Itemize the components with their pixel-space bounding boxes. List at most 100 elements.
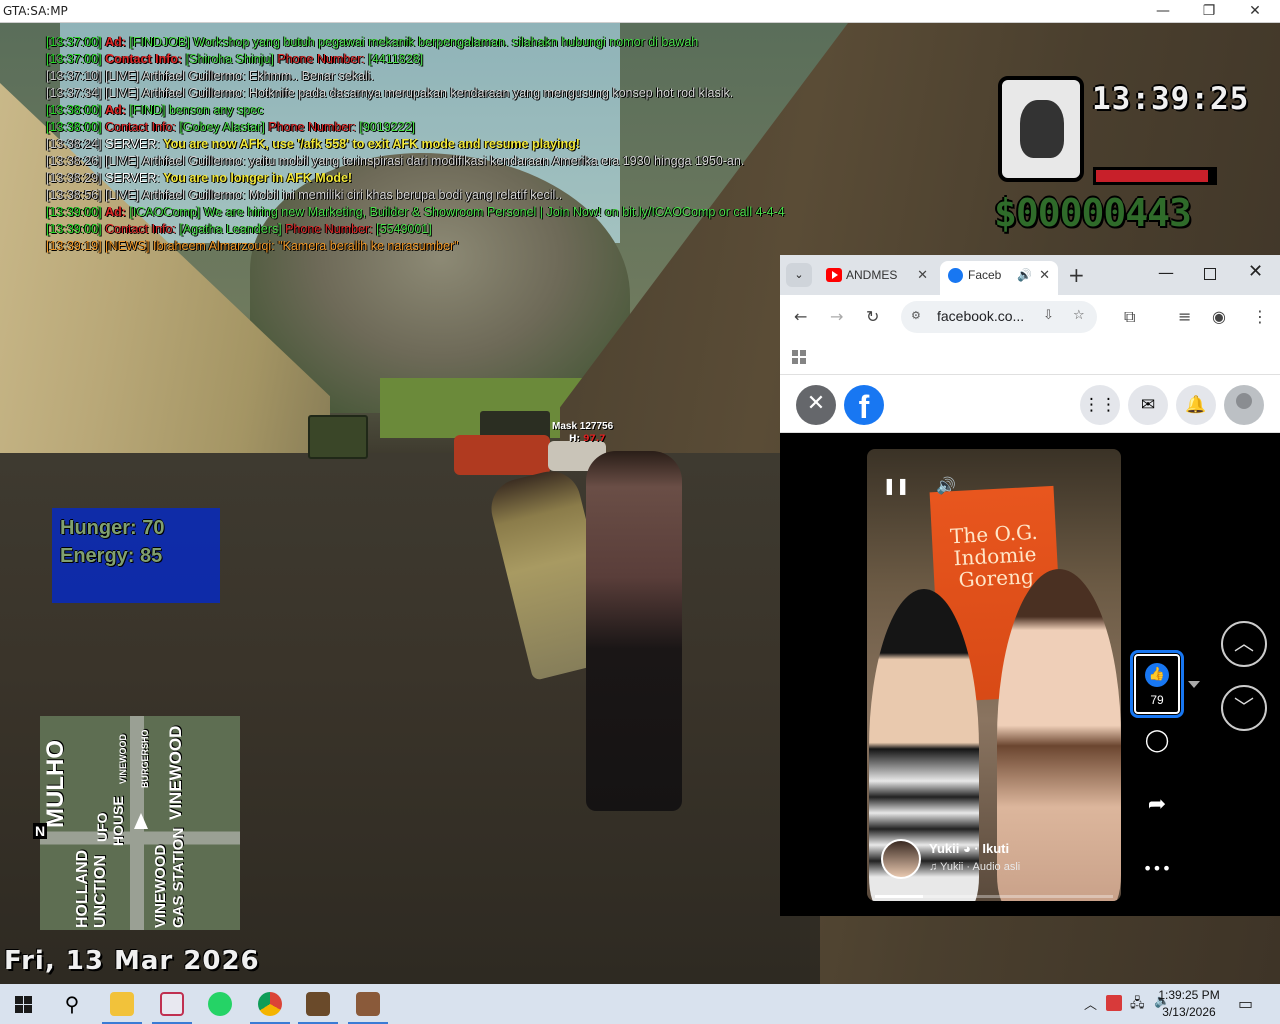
like-count: 79	[1150, 693, 1164, 707]
chrome-menu-icon[interactable]: ⋮	[1252, 307, 1268, 326]
previous-reel-button[interactable]: ︿	[1221, 621, 1267, 667]
browser-window[interactable]: ⌄ ANDMES ✕ Faceb 🔊 ✕ + — ✕ ← → ↻ ⚙ faceb…	[780, 255, 1280, 916]
stats-panel: Hunger: 70 Energy: 85	[52, 508, 220, 603]
audio-label[interactable]: ♫ Yukii · Audio asli	[929, 861, 1020, 873]
minimize-button[interactable]: —	[1140, 0, 1186, 22]
snip-icon	[160, 992, 184, 1016]
reload-icon[interactable]: ↻	[866, 307, 879, 326]
chat-line: [13:38:56] [LIVE] Arthfael Guillermo: Mo…	[46, 188, 563, 202]
reel-viewer: The O.G. Indomie Goreng ❚❚ 🔊 Yukii ◕ · I…	[780, 433, 1280, 916]
browser-toolbar: ← → ↻ ⚙ facebook.co... ⇩ ☆ ⧉ ≡ ◉ ⋮	[780, 295, 1280, 341]
snipping-tool-button[interactable]	[148, 984, 196, 1024]
close-reel-button[interactable]: ✕	[796, 385, 836, 425]
windows-icon	[15, 996, 32, 1013]
new-tab-button[interactable]: +	[1068, 263, 1085, 287]
reaction-dropdown-icon[interactable]	[1188, 681, 1200, 688]
bookmarks-bar	[780, 341, 1280, 375]
chrome-button[interactable]	[246, 984, 294, 1024]
chat-line: [13:38:29] SERVER: You are no longer in …	[46, 171, 353, 185]
site-info-icon[interactable]: ⚙	[911, 309, 921, 322]
address-url[interactable]: facebook.co...	[937, 308, 1024, 324]
search-icon[interactable]: ⚲	[48, 984, 96, 1024]
whatsapp-icon	[208, 992, 232, 1016]
video-progress[interactable]	[875, 895, 1113, 898]
game-car	[454, 435, 550, 475]
file-explorer-button[interactable]	[98, 984, 146, 1024]
browser-close-button[interactable]: ✕	[1248, 261, 1263, 282]
folder-icon	[110, 992, 134, 1016]
address-bar[interactable]: ⚙ facebook.co... ⇩ ☆	[901, 301, 1097, 333]
map-label: UNCTION	[92, 855, 109, 928]
chat-line: [13:37:10] [LIVE] Arthfael Guillermo: Ek…	[46, 69, 374, 83]
health-bar-fill	[1096, 170, 1209, 182]
tab-youtube[interactable]: ANDMES ✕	[818, 261, 936, 295]
tray-chevron-icon[interactable]: ︿	[1084, 994, 1097, 1013]
browser-maximize-button[interactable]	[1204, 268, 1216, 280]
author-avatar[interactable]	[881, 839, 921, 879]
browser-tabbar: ⌄ ANDMES ✕ Faceb 🔊 ✕ + — ✕	[780, 255, 1280, 295]
apps-grid-icon[interactable]	[792, 350, 806, 364]
reel-video[interactable]: The O.G. Indomie Goreng ❚❚ 🔊 Yukii ◕ · I…	[867, 449, 1121, 901]
hud-money: $00000443	[994, 191, 1192, 235]
hud-clock: 13:39:25	[1092, 81, 1250, 117]
author-name[interactable]: Yukii ◕ · Ikuti	[929, 841, 1009, 856]
install-icon[interactable]: ⇩	[1043, 308, 1054, 323]
chrome-icon	[258, 992, 282, 1016]
tab-search-button[interactable]: ⌄	[786, 263, 812, 287]
game-truck	[308, 415, 368, 459]
gta-sa-button[interactable]	[344, 984, 392, 1024]
game-player-character	[586, 451, 682, 811]
back-icon[interactable]: ←	[794, 307, 807, 326]
account-avatar[interactable]	[1224, 385, 1264, 425]
taskbar-clock[interactable]: 1:39:25 PM 3/13/2026	[1150, 987, 1228, 1021]
bookmark-star-icon[interactable]: ☆	[1073, 308, 1085, 323]
chat-line: [13:38:26] [LIVE] Arthfael Guillermo: ya…	[46, 154, 745, 168]
whatsapp-button[interactable]	[196, 984, 244, 1024]
media-control-icon[interactable]: ≡	[1178, 307, 1191, 326]
next-reel-button[interactable]: ﹀	[1221, 685, 1267, 731]
comment-icon[interactable]: ◯	[1142, 726, 1172, 756]
start-button[interactable]	[0, 984, 48, 1024]
chat-log: [13:37:00] Ad: [FINDJOB] Workshop yang b…	[46, 34, 785, 255]
messenger-icon[interactable]: ✉	[1128, 385, 1168, 425]
app-tray-icon[interactable]	[1106, 995, 1122, 1011]
samp-icon	[306, 992, 330, 1016]
taskbar: ⚲ ︿ 🖧 🔈 1:39:25 PM 3/13/2026 ▭	[0, 984, 1280, 1024]
network-icon[interactable]: 🖧	[1130, 994, 1145, 1016]
map-label: BURGERSHO	[140, 729, 150, 788]
chat-line: [13:37:00] Contact Info: [Shiroha Shinju…	[46, 52, 424, 66]
like-button[interactable]: 👍 79	[1130, 650, 1184, 718]
map-label: HOLLAND	[74, 849, 91, 928]
youtube-icon	[826, 268, 842, 282]
banner-text: The O.G. Indomie Goreng	[949, 519, 1039, 592]
north-marker: N	[33, 823, 48, 839]
player-arrow-icon	[134, 813, 148, 829]
browser-minimize-button[interactable]: —	[1158, 263, 1174, 282]
share-icon[interactable]: ➦	[1142, 790, 1172, 820]
menu-grid-icon[interactable]: ⋮⋮	[1080, 385, 1120, 425]
extensions-icon[interactable]: ⧉	[1124, 307, 1135, 327]
window-titlebar: GTA:SA:MP — ❐ ✕	[0, 0, 1280, 23]
close-tab-icon[interactable]: ✕	[917, 261, 928, 289]
profile-icon[interactable]: ◉	[1212, 307, 1226, 326]
game-viewport[interactable]: Mask 127756 H: 97.7 [13:37:00] Ad: [FIND…	[0, 23, 1280, 984]
notifications-icon[interactable]: 🔔	[1176, 385, 1216, 425]
fist-weapon-icon	[998, 76, 1084, 182]
notification-center-icon[interactable]: ▭	[1238, 994, 1253, 1013]
more-icon[interactable]: •••	[1142, 854, 1172, 884]
gta-icon	[356, 992, 380, 1016]
map-label: GAS STATION	[170, 827, 187, 928]
volume-icon[interactable]: 🔊	[931, 471, 961, 501]
close-button[interactable]: ✕	[1232, 0, 1278, 22]
player-health-tag: H: 97.7	[569, 434, 606, 444]
forward-icon[interactable]: →	[830, 307, 843, 326]
speaker-icon[interactable]: 🔊	[1017, 261, 1032, 289]
close-tab-icon[interactable]: ✕	[1039, 261, 1050, 289]
facebook-logo[interactable]: f	[844, 385, 884, 425]
samp-launcher-button[interactable]	[294, 984, 342, 1024]
restore-button[interactable]: ❐	[1186, 0, 1232, 22]
game-date: Fri, 13 Mar 2026	[4, 946, 260, 976]
map-label: HOUSE	[110, 796, 126, 846]
tab-facebook[interactable]: Faceb 🔊 ✕	[940, 261, 1058, 295]
pause-icon[interactable]: ❚❚	[881, 471, 911, 501]
